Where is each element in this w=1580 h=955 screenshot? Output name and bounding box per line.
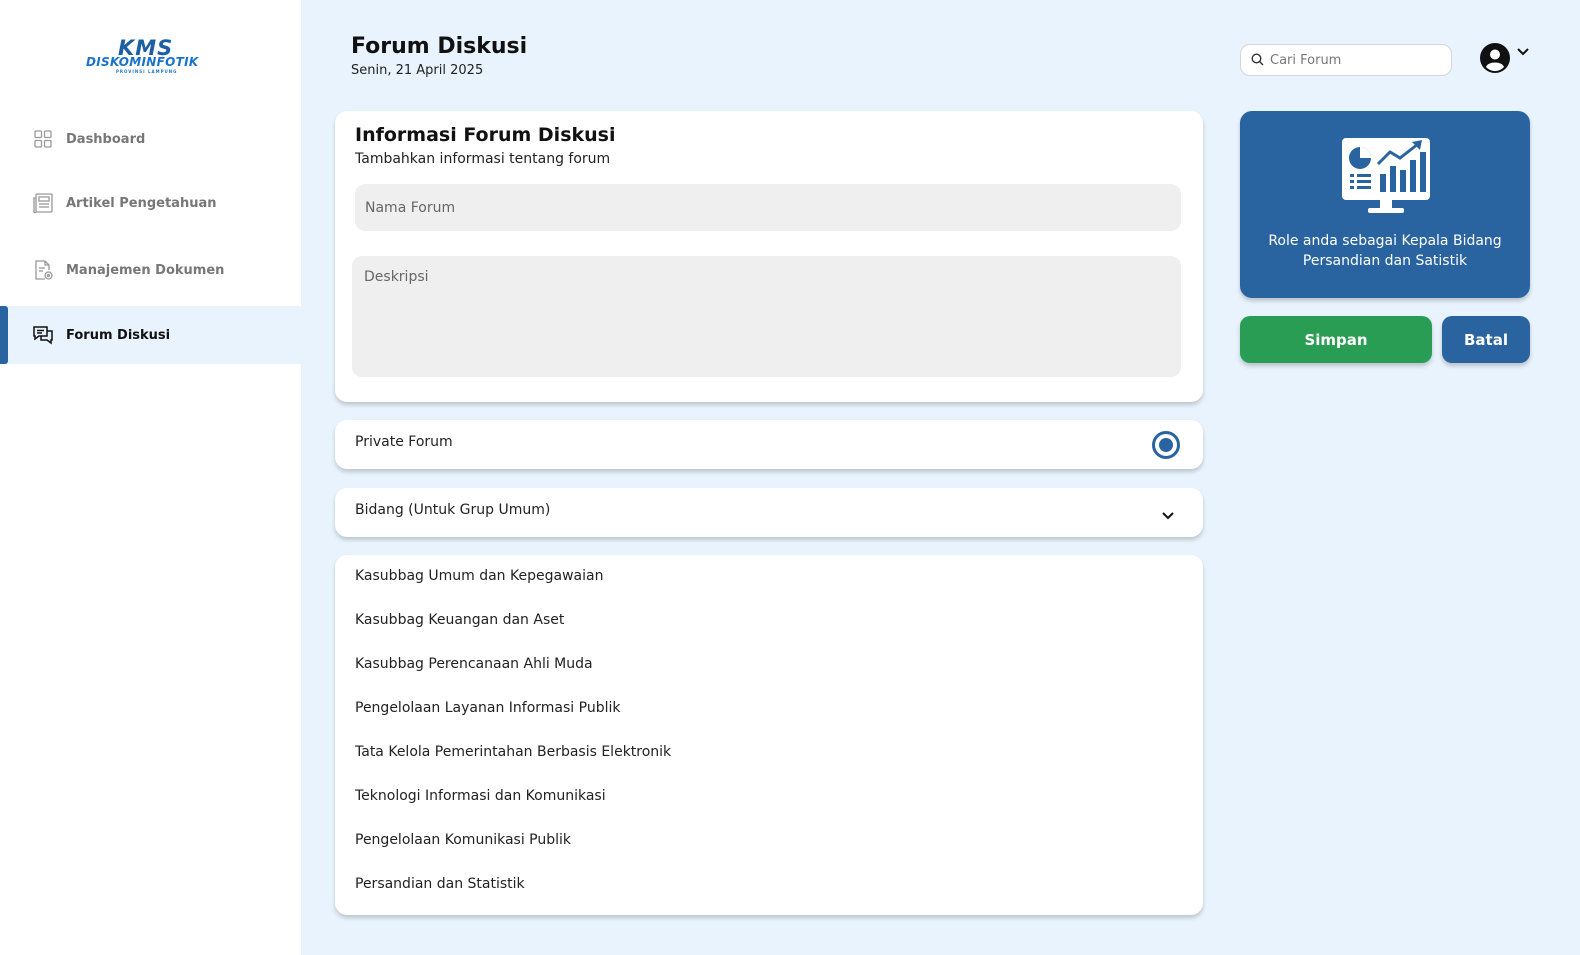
kms-logo[interactable]: KMS DISKOMINFOTIK PROVINSI LAMPUNG: [86, 36, 216, 76]
search-icon: [1251, 51, 1264, 70]
save-button[interactable]: Simpan: [1240, 316, 1432, 363]
chevron-down-icon: [1161, 506, 1175, 520]
page-title: Forum Diskusi: [351, 34, 528, 59]
bidang-options-list: Kasubbag Umum dan Kepegawaian Kasubbag K…: [335, 555, 1203, 915]
chevron-down-icon[interactable]: [1516, 42, 1530, 56]
bidang-option[interactable]: Persandian dan Statistik: [355, 876, 525, 892]
document-settings-icon: [32, 259, 54, 281]
sidebar-item-forum-diskusi[interactable]: Forum Diskusi: [0, 306, 301, 364]
bidang-option[interactable]: Kasubbag Keuangan dan Aset: [355, 612, 564, 628]
logo-diskominfotik-text: DISKOMINFOTIK: [86, 55, 199, 69]
bidang-option[interactable]: Teknologi Informasi dan Komunikasi: [355, 788, 606, 804]
user-avatar-icon[interactable]: [1479, 42, 1511, 74]
chat-icon: [32, 324, 54, 346]
bidang-option[interactable]: Kasubbag Umum dan Kepegawaian: [355, 568, 603, 584]
sidebar-item-label: Forum Diskusi: [66, 327, 171, 343]
forum-info-card: Informasi Forum Diskusi Tambahkan inform…: [335, 111, 1203, 402]
sidebar-item-label: Artikel Pengetahuan: [66, 195, 217, 211]
bidang-option[interactable]: Pengelolaan Komunikasi Publik: [355, 832, 571, 848]
cancel-button[interactable]: Batal: [1442, 316, 1530, 363]
bidang-dropdown[interactable]: Bidang (Untuk Grup Umum): [335, 488, 1203, 537]
private-forum-radio[interactable]: [1152, 431, 1180, 459]
forum-name-input[interactable]: [355, 184, 1181, 231]
role-description: Role anda sebagai Kepala Bidang Persandi…: [1268, 233, 1502, 269]
sidebar-item-label: Dashboard: [66, 131, 146, 147]
bidang-option[interactable]: Pengelolaan Layanan Informasi Publik: [355, 700, 620, 716]
sidebar: KMS DISKOMINFOTIK PROVINSI LAMPUNG Dashb…: [0, 0, 301, 955]
analytics-monitor-icon: [1340, 136, 1432, 216]
page-date: Senin, 21 April 2025: [351, 63, 484, 78]
sidebar-item-dashboard[interactable]: Dashboard: [0, 110, 301, 168]
sidebar-item-manajemen-dokumen[interactable]: Manajemen Dokumen: [0, 241, 301, 299]
search-input[interactable]: [1270, 52, 1440, 68]
role-info-card: Role anda sebagai Kepala Bidang Persandi…: [1240, 111, 1530, 298]
sidebar-item-artikel[interactable]: Artikel Pengetahuan: [0, 174, 301, 232]
search-bar[interactable]: [1240, 44, 1452, 76]
info-card-title: Informasi Forum Diskusi: [355, 124, 616, 146]
logo-province-text: PROVINSI LAMPUNG: [116, 69, 178, 74]
info-card-subtitle: Tambahkan informasi tentang forum: [355, 151, 611, 167]
grid-icon: [32, 128, 54, 150]
bidang-option[interactable]: Kasubbag Perencanaan Ahli Muda: [355, 656, 593, 672]
bidang-dropdown-label: Bidang (Untuk Grup Umum): [355, 502, 551, 518]
private-forum-option[interactable]: Private Forum: [335, 420, 1203, 469]
private-forum-label: Private Forum: [355, 434, 453, 450]
newspaper-icon: [32, 192, 54, 214]
sidebar-item-label: Manajemen Dokumen: [66, 262, 225, 278]
bidang-option[interactable]: Tata Kelola Pemerintahan Berbasis Elektr…: [355, 744, 671, 760]
forum-description-textarea[interactable]: [352, 256, 1181, 377]
